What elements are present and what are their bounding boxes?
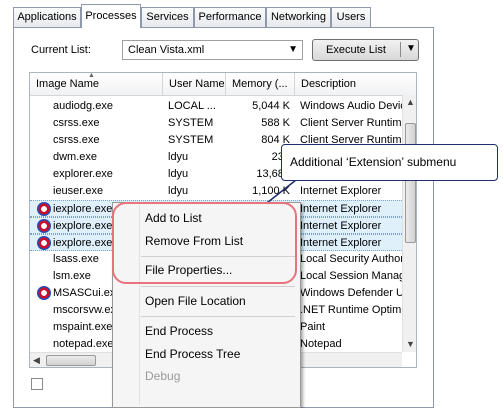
tab-processes[interactable]: Processes [81,4,141,28]
cell-description: Local Session Manage [300,270,402,282]
cell-image-name: csrss.exe [53,117,100,129]
cell-memory: 5,044 K [252,100,290,112]
cell-memory: 804 K [261,134,290,146]
callout-text: Additional ‘Extension’ submenu [290,155,457,169]
tab-networking[interactable]: Networking [266,7,331,27]
cell-user-name: SYSTEM [168,134,214,146]
callout-annotation: Additional ‘Extension’ submenu [281,144,498,181]
cell-description: Internet Explorer [300,237,382,249]
menu-item-end-process-tree[interactable]: End Process Tree [145,347,240,361]
cell-image-name: explorer.exe [53,168,113,180]
scroll-up-icon[interactable]: ▲ [406,97,415,107]
current-list-label: Current List: [31,44,91,56]
tab-applications[interactable]: Applications [13,7,81,27]
extension-submenu-highlight [112,202,297,284]
split-divider [400,42,401,57]
column-header-image-name[interactable]: Image Name ▲ [30,73,163,95]
internet-explorer-icon [37,219,51,233]
cell-description: Windows Defender U [300,287,402,299]
internet-explorer-icon [37,236,51,250]
cell-description: Internet Explorer [300,185,382,197]
scrollbar-thumb[interactable] [46,355,96,366]
execute-list-button[interactable]: Execute List ▼ [312,39,419,61]
cell-user-name: SYSTEM [168,117,214,129]
column-header-memory[interactable]: Memory (... [226,73,295,95]
table-row[interactable]: csrss.exe SYSTEM 588 K Client Server Runtim [30,115,402,132]
menu-separator [141,286,295,287]
column-label: Image Name [36,78,99,90]
cell-image-name: dwm.exe [53,151,98,163]
sort-ascending-icon: ▲ [88,73,95,79]
column-label: Memory (... [232,78,288,90]
column-label: User Name [169,78,225,90]
cell-user-name: ldyu [168,185,189,197]
cell-image-name: csrss.exe [53,134,100,146]
cell-description: Internet Explorer [300,203,382,215]
chevron-down-icon: ▼ [288,44,298,55]
column-header-description[interactable]: Description [295,73,416,95]
tab-users[interactable]: Users [331,7,371,27]
cell-description: .NET Runtime Optimiz [300,304,402,316]
internet-explorer-icon [37,202,51,216]
cell-description: Local Security Author [300,253,402,265]
menu-item-open-file-location[interactable]: Open File Location [145,294,246,308]
cell-memory: 588 K [261,117,290,129]
menu-separator [141,316,295,317]
show-processes-checkbox[interactable] [31,378,43,390]
chevron-down-icon[interactable]: ▼ [406,43,416,54]
defender-icon [37,286,51,300]
tab-performance[interactable]: Performance [194,7,266,27]
cell-description: Client Server Runtim [300,117,402,129]
cell-image-name: audiodg.exe [53,100,113,112]
scroll-left-icon[interactable]: ◀ [33,355,40,366]
cell-user-name: ldyu [168,151,189,163]
column-label: Description [301,78,357,90]
cell-description: Notepad [300,338,342,350]
menu-item-debug: Debug [145,369,181,383]
execute-list-label: Execute List [326,44,386,56]
cell-description: Windows Audio Devic [300,100,402,112]
scroll-down-icon[interactable]: ▼ [406,339,415,349]
cell-image-name: ieuser.exe [53,185,104,197]
vertical-scrollbar[interactable]: ▲ ▼ [402,95,416,352]
scrollbar-thumb[interactable] [405,123,416,243]
tab-services[interactable]: Services [141,7,194,27]
menu-item-end-process[interactable]: End Process [145,324,213,338]
cell-description: Paint [300,321,326,333]
table-row[interactable]: ieuser.exe ldyu 1,100 K Internet Explorer [30,183,402,200]
table-row[interactable]: audiodg.exe LOCAL ... 5,044 K Windows Audio… [30,98,402,115]
cell-description: Internet Explorer [300,220,382,232]
cell-user-name: ldyu [168,168,189,180]
current-list-dropdown[interactable]: Clean Vista.xml ▼ [122,40,303,60]
column-header-user-name[interactable]: User Name [163,73,226,95]
header-divider [30,95,416,96]
cell-user-name: LOCAL ... [168,100,216,112]
current-list-value: Clean Vista.xml [128,44,205,56]
